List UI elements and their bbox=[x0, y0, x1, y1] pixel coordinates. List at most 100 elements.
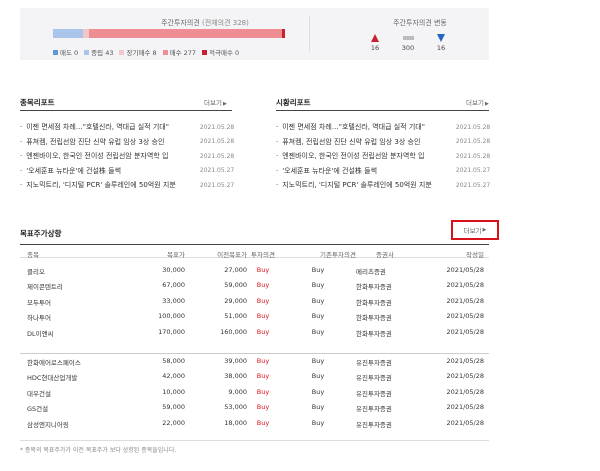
opinion-change-down: 16 bbox=[426, 32, 456, 52]
opinion-cell: Buy bbox=[256, 327, 270, 336]
firm-cell: 한화투자증권 bbox=[356, 298, 392, 307]
bullet: · bbox=[276, 137, 279, 146]
table-row: 한화에어로스페이스 58,000 39,000 Buy Buy 유진투자증권 2021/05… bbox=[20, 353, 489, 368]
legend-swatch bbox=[162, 50, 168, 55]
report-title[interactable]: '오세훈표 뉴타운'에 건설株 들썩 bbox=[282, 166, 450, 176]
date-cell: 2021/05/28 bbox=[446, 266, 484, 274]
prev-opinion-cell: Buy bbox=[311, 403, 325, 412]
market-reports-more-link[interactable]: 더보기▶ bbox=[466, 97, 489, 107]
report-date: 2021.05.27 bbox=[199, 181, 235, 189]
prev-target-price: 29,000 bbox=[224, 296, 247, 305]
report-title[interactable]: 퓨쳐켐, 전립선암 진단 신약 유럽 임상 3상 승인 bbox=[26, 137, 194, 147]
report-item[interactable]: · 엔젠바이오, 한국인 전이성 전립선암 분자역학 입 2021.05.28 bbox=[276, 149, 490, 164]
up-triangle-icon bbox=[371, 34, 379, 42]
stock-reports-more-link[interactable]: 더보기▶ bbox=[204, 97, 227, 107]
report-title[interactable]: 이젠 면세점 차례…"호텔신라, 역대급 실적 기대" bbox=[282, 122, 450, 132]
stock-name-link[interactable]: 하나투어 bbox=[27, 312, 51, 322]
stock-name-link[interactable]: 모두투어 bbox=[27, 297, 51, 307]
report-title[interactable]: 엔젠바이오, 한국인 전이성 전립선암 분자역학 입 bbox=[26, 151, 194, 161]
report-title[interactable]: 엔젠바이오, 한국인 전이성 전립선암 분자역학 입 bbox=[282, 151, 450, 161]
target-price: 170,000 bbox=[158, 327, 185, 336]
legend-item: 중립 43 bbox=[84, 47, 113, 57]
caret-right-icon: ▶ bbox=[484, 101, 489, 107]
opinion-cell: Buy bbox=[256, 296, 270, 305]
legend-item: 매도 0 bbox=[53, 47, 78, 57]
bullet: · bbox=[20, 181, 23, 190]
table-row: DL이앤씨 170,000 160,000 Buy Buy 한화투자증권 2021/05/2… bbox=[20, 324, 489, 339]
report-item[interactable]: · 이젠 면세점 차례…"호텔신라, 역대급 실적 기대" 2021.05.28 bbox=[276, 120, 490, 135]
prev-target-price: 27,000 bbox=[224, 266, 247, 274]
report-item[interactable]: · 퓨쳐켐, 전립선암 진단 신약 유럽 임상 3상 승인 2021.05.28 bbox=[20, 135, 234, 150]
prev-target-price: 38,000 bbox=[224, 372, 247, 381]
opinion-cell: Buy bbox=[256, 312, 270, 321]
date-cell: 2021/05/28 bbox=[446, 356, 484, 365]
target-up-more-link[interactable]: 더보기 ▶ bbox=[451, 220, 499, 240]
opinion-change-title: 주간투자의견 변동 bbox=[393, 19, 447, 27]
report-date: 2021.05.28 bbox=[455, 138, 491, 146]
divider bbox=[20, 110, 232, 111]
weekly-opinion-title: 주간투자의견 (전체의견 328) bbox=[161, 19, 249, 27]
report-title[interactable]: 퓨쳐켐, 전립선암 진단 신약 유럽 임상 3상 승인 bbox=[282, 137, 450, 147]
bullet: · bbox=[276, 152, 279, 161]
table-row: 삼성엔지니어링 22,000 18,000 Buy Buy 유진투자증권 2021/05/2… bbox=[20, 415, 489, 430]
report-title[interactable]: '오세훈표 뉴타운'에 건설株 들썩 bbox=[26, 166, 194, 176]
stock-name-link[interactable]: 클리오 bbox=[27, 266, 45, 276]
prev-target-price: 39,000 bbox=[224, 356, 247, 365]
total-opinion-count: (전체의견 328) bbox=[202, 19, 249, 27]
stock-name-link[interactable]: GS건설 bbox=[27, 403, 48, 413]
opinion-legend: 매도 0 중립 43 장기매수 8 매수 277 적극매수 0 bbox=[53, 47, 239, 57]
target-up-table: 클리오 30,000 27,000 Buy Buy 메리츠증권 2021/05/28 제이콘텐… bbox=[20, 262, 489, 430]
opinion-distribution-bar bbox=[53, 29, 285, 38]
report-item[interactable]: · 지노믹트리, '디지털 PCR' 솔루레인에 50억원 지분 2021.05.2… bbox=[276, 178, 490, 193]
bullet: · bbox=[276, 181, 279, 190]
date-cell: 2021/05/28 bbox=[446, 387, 484, 396]
stock-name-link[interactable]: DL이앤씨 bbox=[27, 328, 54, 338]
report-title[interactable]: 지노믹트리, '디지털 PCR' 솔루레인에 50억원 지분 bbox=[282, 180, 450, 190]
report-item[interactable]: · 엔젠바이오, 한국인 전이성 전립선암 분자역학 입 2021.05.28 bbox=[20, 149, 234, 164]
report-item[interactable]: · 퓨쳐켐, 전립선암 진단 신약 유럽 임상 3상 승인 2021.05.28 bbox=[276, 135, 490, 150]
prev-opinion-cell: Buy bbox=[311, 372, 325, 381]
stock-name-link[interactable]: 대우건설 bbox=[27, 388, 51, 398]
legend-swatch bbox=[84, 50, 90, 55]
opinion-cell: Buy bbox=[256, 281, 270, 290]
opinion-change-same: 300 bbox=[393, 32, 423, 52]
target-price: 58,000 bbox=[162, 356, 185, 365]
table-row: 모두투어 33,000 29,000 Buy Buy 한화투자증권 2021/05/28 bbox=[20, 293, 489, 308]
prev-target-price: 18,000 bbox=[224, 418, 247, 427]
stock-name-link[interactable]: 제이콘텐트리 bbox=[27, 281, 63, 291]
stock-name-link[interactable]: 삼성엔지니어링 bbox=[27, 419, 69, 429]
opinion-bar-buy bbox=[88, 29, 283, 38]
prev-opinion-cell: Buy bbox=[311, 296, 325, 305]
stock-report-list: · 이젠 면세점 차례…"호텔신라, 역대급 실적 기대" 2021.05.28 · 퓨… bbox=[20, 120, 234, 193]
report-item[interactable]: · 지노믹트리, '디지털 PCR' 솔루레인에 50억원 지분 2021.05.2… bbox=[20, 178, 234, 193]
report-item[interactable]: · '오세훈표 뉴타운'에 건설株 들썩 2021.05.27 bbox=[276, 164, 490, 179]
dash-icon bbox=[402, 36, 414, 40]
report-item[interactable]: · 이젠 면세점 차례…"호텔신라, 역대급 실적 기대" 2021.05.28 bbox=[20, 120, 234, 135]
report-item[interactable]: · '오세훈표 뉴타운'에 건설株 들썩 2021.05.27 bbox=[20, 164, 234, 179]
table-row: GS건설 59,000 53,000 Buy Buy 유진투자증권 2021/05/28 bbox=[20, 399, 489, 414]
target-up-table-header: 종목 목표가 이전목표가 투자의견 기존투자의견 증권사 작성일 bbox=[20, 244, 489, 259]
firm-cell: 한화투자증권 bbox=[356, 283, 392, 292]
report-title[interactable]: 이젠 면세점 차례…"호텔신라, 역대급 실적 기대" bbox=[26, 122, 194, 132]
target-price: 30,000 bbox=[162, 266, 185, 274]
prev-opinion-cell: Buy bbox=[311, 312, 325, 321]
target-price: 42,000 bbox=[162, 372, 185, 381]
prev-opinion-cell: Buy bbox=[311, 266, 325, 274]
report-title[interactable]: 지노믹트리, '디지털 PCR' 솔루레인에 50억원 지분 bbox=[26, 180, 194, 190]
bullet: · bbox=[20, 123, 23, 132]
report-date: 2021.05.28 bbox=[199, 138, 235, 146]
bullet: · bbox=[20, 137, 23, 146]
opinion-cell: Buy bbox=[256, 387, 270, 396]
bullet: · bbox=[20, 166, 23, 175]
opinion-cell: Buy bbox=[256, 403, 270, 412]
target-up-title: 목표주가상향 bbox=[20, 229, 62, 238]
firm-cell: 유진투자증권 bbox=[356, 405, 392, 414]
bullet: · bbox=[20, 152, 23, 161]
opinion-cell: Buy bbox=[256, 266, 270, 274]
stock-name-link[interactable]: HDC현대산업개발 bbox=[27, 372, 77, 382]
down-triangle-icon bbox=[437, 34, 445, 42]
stock-name-link[interactable]: 한화에어로스페이스 bbox=[27, 357, 81, 367]
prev-target-price: 51,000 bbox=[224, 312, 247, 321]
legend-swatch bbox=[119, 50, 125, 55]
date-cell: 2021/05/28 bbox=[446, 296, 484, 305]
